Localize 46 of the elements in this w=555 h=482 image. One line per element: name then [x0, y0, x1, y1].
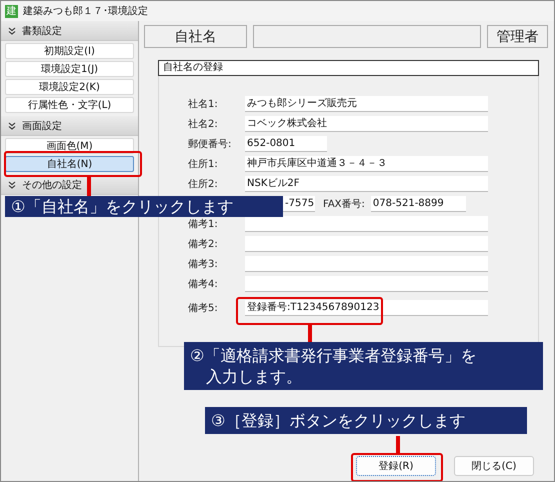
- close-button[interactable]: 閉じる(C): [454, 456, 534, 476]
- app-icon: 建: [5, 4, 18, 18]
- input-field[interactable]: 神戸市兵庫区中道通３－４－３: [245, 156, 488, 172]
- double-chevron-icon: [8, 122, 16, 130]
- field-label: 備考5:: [188, 302, 219, 315]
- input-field[interactable]: [245, 236, 488, 252]
- double-chevron-icon: [8, 26, 16, 34]
- sidebar-item[interactable]: 環境設定2(K): [5, 79, 134, 95]
- section-header[interactable]: 書類設定: [1, 21, 138, 41]
- field-label: 住所1:: [188, 158, 219, 171]
- input-field[interactable]: みつも郎シリーズ販売元: [245, 96, 488, 112]
- section-title: 書類設定: [22, 24, 62, 38]
- input-field[interactable]: 078-521-8899: [370, 196, 466, 212]
- section-title: 画面設定: [22, 120, 62, 132]
- field-label: 備考3:: [188, 258, 219, 271]
- field-label: 社名1:: [188, 98, 219, 111]
- input-field[interactable]: 652-0801: [245, 136, 327, 152]
- sidebar-item[interactable]: 初期設定(I): [5, 43, 134, 59]
- field-label: 住所2:: [188, 178, 219, 191]
- page-title-button[interactable]: 自社名: [144, 25, 247, 48]
- double-chevron-icon: [8, 180, 16, 188]
- section-header[interactable]: 画面設定: [1, 116, 138, 136]
- input-field[interactable]: 登録番号:T1234567890123: [245, 300, 488, 316]
- callout-banner: ③［登録］ボタンをクリックします: [205, 407, 527, 434]
- group-title: 自社名の登録: [158, 60, 539, 76]
- input-field[interactable]: NSKビル2F: [245, 176, 488, 192]
- section-title: その他の設定: [22, 178, 82, 192]
- input-field[interactable]: -7575: [283, 196, 315, 212]
- sidebar-item[interactable]: 環境設定1(J): [5, 61, 134, 77]
- field-label: FAX番号:: [323, 198, 365, 211]
- callout-banner: ②「適格請求書発行事業者登録番号」を入力します。: [184, 342, 543, 390]
- user-button[interactable]: 管理者: [487, 25, 548, 48]
- field-label: 備考4:: [188, 278, 219, 291]
- window-title: 建築みつも郎１７･環境設定: [23, 4, 148, 18]
- register-button[interactable]: 登録(R): [356, 456, 436, 476]
- field-label: 備考2:: [188, 238, 219, 251]
- field-label: 備考1:: [188, 218, 219, 231]
- input-field[interactable]: [245, 256, 488, 272]
- callout-banner: ①「自社名」をクリックします: [5, 196, 283, 217]
- input-field[interactable]: コベック株式会社: [245, 116, 488, 132]
- field-label: 郵便番号:: [188, 138, 232, 151]
- field-label: 社名2:: [188, 118, 219, 131]
- sidebar-item[interactable]: 自社名(N): [5, 156, 134, 172]
- sidebar-item[interactable]: 行属性色・文字(L): [5, 97, 134, 113]
- input-field[interactable]: [245, 276, 488, 292]
- input-field[interactable]: [245, 216, 488, 232]
